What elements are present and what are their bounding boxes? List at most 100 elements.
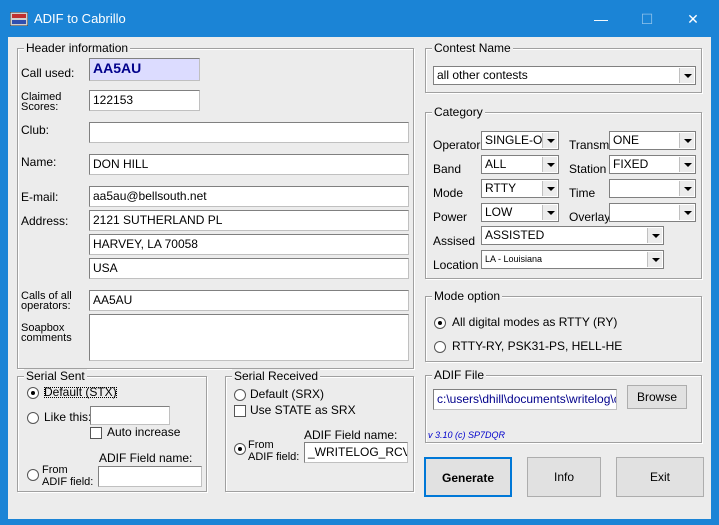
- sent-like-this-input[interactable]: [90, 406, 170, 425]
- location-label: Location: [433, 258, 479, 272]
- recv-default-radio[interactable]: [234, 389, 246, 401]
- club-label: Club:: [21, 123, 50, 137]
- contest-name-value: all other contests: [437, 68, 528, 82]
- contest-name-group: Contest Name all other contests: [425, 41, 702, 93]
- address-line2-input[interactable]: HARVEY, LA 70058: [89, 234, 409, 255]
- adif-file-group: ADIF File c:\users\dhill\documents\write…: [425, 368, 702, 443]
- version-text: v 3.10 (c) SP7DQR: [428, 430, 506, 440]
- generate-button[interactable]: Generate: [424, 457, 512, 497]
- header-info-group: Header information Call used: AA5AU Clai…: [17, 41, 414, 369]
- mode-option-group: Mode option All digital modes as RTTY (R…: [425, 289, 702, 362]
- claimed-scores-label: Claimed Scores:: [21, 91, 62, 113]
- recv-adif-field-label: ADIF Field name:: [304, 428, 398, 442]
- assisted-value: ASSISTED: [485, 228, 545, 242]
- soapbox-input[interactable]: [89, 314, 409, 361]
- email-input[interactable]: aa5au@bellsouth.net: [89, 186, 409, 207]
- info-button[interactable]: Info: [527, 457, 601, 497]
- serial-sent-group: Serial Sent Default (STX) Like this: Aut…: [17, 369, 207, 492]
- recv-adif-field-input[interactable]: _WRITELOG_RCVD: [304, 442, 408, 463]
- chevron-down-icon: [647, 252, 662, 267]
- title-bar[interactable]: ADIF to Cabrillo — ☐ ✕: [1, 1, 718, 37]
- station-label: Station: [569, 162, 607, 176]
- name-input[interactable]: DON HILL: [89, 154, 409, 175]
- sent-like-this-label: Like this:: [44, 410, 92, 424]
- mode-mapping-label: RTTY-RY, PSK31-PS, HELL-HE: [452, 339, 623, 353]
- header-info-title: Header information: [24, 41, 131, 55]
- sent-adif-field-input[interactable]: [98, 466, 202, 487]
- serial-received-group: Serial Received Default (SRX) Use STATE …: [225, 369, 414, 492]
- operator-label: Operator: [433, 138, 481, 152]
- auto-increase-label: Auto increase: [107, 425, 181, 439]
- name-label: Name:: [21, 155, 57, 169]
- location-value: LA - Louisiana: [485, 254, 543, 264]
- location-select[interactable]: LA - Louisiana: [481, 250, 664, 269]
- address-label: Address:: [21, 214, 69, 228]
- exit-button[interactable]: Exit: [616, 457, 704, 497]
- band-label: Band: [433, 162, 462, 176]
- mode-mapping-radio[interactable]: [434, 341, 446, 353]
- chevron-down-icon: [542, 181, 557, 196]
- overlay-label: Overlay: [569, 210, 611, 224]
- chevron-down-icon: [647, 228, 662, 243]
- all-digital-label: All digital modes as RTTY (RY): [452, 315, 618, 329]
- chevron-down-icon: [679, 68, 694, 83]
- recv-from-adif-radio[interactable]: [234, 443, 246, 455]
- sent-default-label: Default (STX): [43, 385, 117, 399]
- club-input[interactable]: [89, 122, 409, 143]
- overlay-select[interactable]: [609, 203, 696, 222]
- adif-path-input[interactable]: c:\users\dhill\documents\writelog\con: [433, 389, 617, 410]
- station-select[interactable]: FIXED: [609, 155, 696, 174]
- operator-select[interactable]: SINGLE-OP: [481, 131, 559, 150]
- transm-label: Transm.: [569, 138, 613, 152]
- app-icon: [10, 12, 28, 26]
- time-label: Time: [569, 186, 596, 200]
- sent-from-adif-radio[interactable]: [27, 469, 39, 481]
- client-area: Header information Call used: AA5AU Clai…: [8, 37, 711, 519]
- operator-value: SINGLE-OP: [485, 133, 551, 147]
- all-digital-radio[interactable]: [434, 317, 446, 329]
- address-line3-input[interactable]: USA: [89, 258, 409, 279]
- operators-input[interactable]: AA5AU: [89, 290, 409, 311]
- assisted-select[interactable]: ASSISTED: [481, 226, 664, 245]
- sent-like-this-radio[interactable]: [27, 412, 39, 424]
- minimize-button[interactable]: —: [578, 1, 624, 37]
- contest-name-select[interactable]: all other contests: [433, 66, 696, 85]
- adif-file-title: ADIF File: [432, 368, 487, 382]
- address-line1-input[interactable]: 2121 SUTHERLAND PL: [89, 210, 409, 231]
- band-value: ALL: [485, 157, 507, 171]
- maximize-button[interactable]: ☐: [624, 1, 670, 37]
- mode-value: RTTY: [485, 181, 517, 195]
- call-used-label: Call used:: [21, 66, 75, 80]
- chevron-down-icon: [679, 157, 694, 172]
- call-used-input[interactable]: AA5AU: [89, 58, 200, 81]
- power-value: LOW: [485, 205, 513, 219]
- mode-select[interactable]: RTTY: [481, 179, 559, 198]
- chevron-down-icon: [679, 181, 694, 196]
- mode-label: Mode: [433, 186, 464, 200]
- sent-default-radio[interactable]: [27, 387, 39, 399]
- contest-name-title: Contest Name: [432, 41, 513, 55]
- app-window: ADIF to Cabrillo — ☐ ✕ Header informatio…: [0, 0, 719, 525]
- chevron-down-icon: [542, 205, 557, 220]
- auto-increase-checkbox[interactable]: [90, 427, 102, 439]
- soapbox-label: Soapbox comments: [21, 322, 72, 344]
- time-select[interactable]: [609, 179, 696, 198]
- category-title: Category: [432, 105, 485, 119]
- use-state-label: Use STATE as SRX: [250, 403, 356, 417]
- transm-value: ONE: [613, 133, 640, 147]
- chevron-down-icon: [679, 205, 694, 220]
- transm-select[interactable]: ONE: [609, 131, 696, 150]
- category-group: Category Operator SINGLE-OP Band ALL Mod…: [425, 105, 702, 279]
- use-state-checkbox[interactable]: [234, 405, 246, 417]
- band-select[interactable]: ALL: [481, 155, 559, 174]
- sent-adif-field-label: ADIF Field name:: [99, 451, 193, 465]
- mode-option-title: Mode option: [432, 289, 503, 303]
- power-select[interactable]: LOW: [481, 203, 559, 222]
- sent-from-adif-label: From ADIF field:: [42, 464, 94, 488]
- claimed-scores-input[interactable]: 122153: [89, 90, 200, 111]
- close-button[interactable]: ✕: [670, 1, 716, 37]
- chevron-down-icon: [542, 133, 557, 148]
- browse-button[interactable]: Browse: [627, 385, 687, 409]
- window-title: ADIF to Cabrillo: [34, 11, 126, 26]
- chevron-down-icon: [542, 157, 557, 172]
